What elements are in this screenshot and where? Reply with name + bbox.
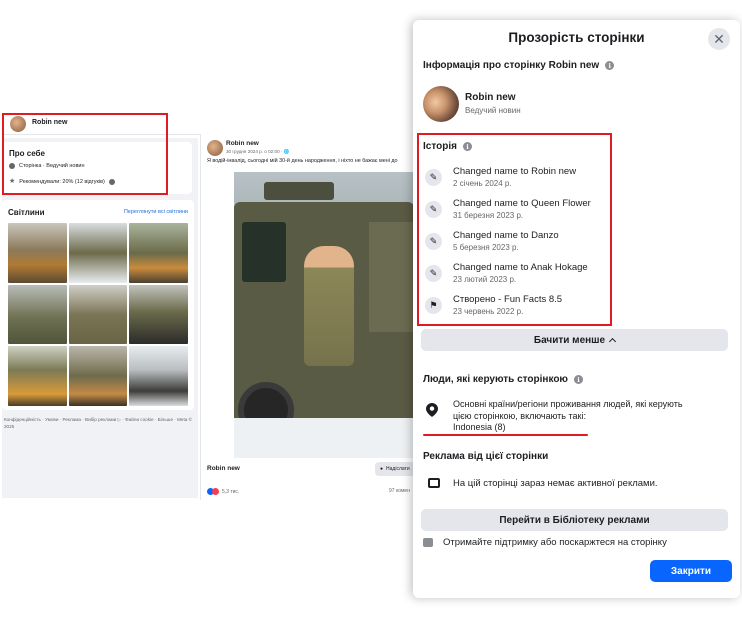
managers-description: Основні країни/регіони проживання людей,… — [453, 399, 683, 421]
location-pin-icon — [426, 403, 438, 417]
post-card: Robin new 30 грудня 2024 р. о 02:00 · 🌐 … — [200, 134, 415, 500]
edit-icon: ✎ — [425, 169, 442, 186]
managers-country: Indonesia (8) — [453, 422, 506, 432]
vehicle-image — [234, 182, 414, 442]
love-icon — [212, 488, 219, 495]
ads-title: Реклама від цієї сторінки — [423, 451, 548, 462]
history-item-text: Changed name to Queen Flower — [453, 198, 591, 209]
post-date[interactable]: 30 грудня 2024 р. о 02:00 · 🌐 — [226, 149, 289, 155]
about-card: Про себе Сторінка · Ведучий новин ★ Реко… — [2, 142, 192, 194]
page-header-bar: Robin new — [2, 113, 414, 135]
support-text: Отримайте підтримку або поскаржтеся на с… — [443, 537, 667, 548]
see-less-label: Бачити менше — [533, 334, 606, 346]
info-icon[interactable]: i — [605, 61, 615, 70]
post-author[interactable]: Robin new — [226, 140, 259, 147]
history-item-text: Changed name to Anak Hokage — [453, 262, 588, 273]
post-author-avatar[interactable] — [207, 140, 223, 156]
managers-title-text: Люди, які керують сторінкою — [423, 374, 568, 385]
messenger-icon: ● — [380, 466, 384, 472]
info-icon[interactable]: i — [462, 142, 472, 151]
dialog-page-name: Robin new — [465, 92, 516, 103]
managers-title: Люди, які керують сторінкою i — [423, 374, 583, 385]
about-category: Сторінка · Ведучий новин — [19, 163, 85, 169]
history-item-date: 2 січень 2024 р. — [453, 179, 512, 188]
photo-thumbnail[interactable] — [8, 346, 67, 406]
about-recommend[interactable]: Рекомендували: 20% (12 відгуків) — [19, 179, 105, 185]
post-photo[interactable] — [234, 172, 414, 458]
edit-icon: ✎ — [425, 233, 442, 250]
see-all-photos-link[interactable]: Переглянути всі світлини — [124, 209, 188, 215]
history-item-date: 23 червень 2022 р. — [453, 307, 524, 316]
history-title: Історія i — [423, 141, 472, 152]
ads-status-text: На цій сторінці зараз немає активної рек… — [453, 478, 658, 489]
photo-thumbnail[interactable] — [129, 346, 188, 406]
page-transparency-dialog: Прозорість сторінки ✕ Інформація про сто… — [413, 20, 740, 598]
history-title-text: Історія — [423, 141, 457, 152]
photo-thumbnail[interactable] — [68, 223, 128, 283]
reaction-count: 5,3 тис. — [222, 488, 240, 495]
page-avatar-large — [423, 86, 459, 122]
photo-thumbnail[interactable] — [8, 223, 67, 283]
see-less-button[interactable]: Бачити менше — [421, 329, 728, 351]
photo-thumbnail[interactable] — [68, 284, 128, 345]
send-message-button[interactable]: ● Надіслати — [375, 462, 415, 476]
page-avatar[interactable] — [10, 116, 26, 132]
info-icon[interactable]: i — [573, 375, 583, 384]
edit-icon: ✎ — [425, 265, 442, 282]
page-name[interactable]: Robin new — [32, 119, 67, 126]
photo-thumbnail[interactable] — [8, 284, 67, 345]
about-category-row: Сторінка · Ведучий новин — [9, 163, 85, 169]
history-item-text: Створено - Fun Facts 8.5 — [453, 294, 563, 305]
support-row[interactable]: Отримайте підтримку або поскаржтеся на с… — [423, 537, 667, 548]
post-text: Я водій-інвалід, сьогодні мій 30-й день … — [207, 158, 398, 164]
photos-title: Світлини — [8, 208, 45, 217]
history-item-text: Changed name to Robin new — [453, 166, 577, 177]
footer-links[interactable]: Конфіденційність · Умови · Реклама · Виб… — [4, 416, 194, 430]
star-icon: ★ — [9, 178, 16, 185]
ads-title-text: Реклама від цієї сторінки — [423, 451, 549, 462]
info-icon[interactable] — [108, 179, 115, 185]
dialog-title: Прозорість сторінки — [508, 30, 645, 45]
about-recommend-row: ★ Рекомендували: 20% (12 відгуків) — [9, 178, 115, 185]
chevron-up-icon — [609, 337, 617, 346]
ad-library-button[interactable]: Перейти в Бібліотеку реклами — [421, 509, 728, 531]
ad-library-label: Перейти в Бібліотеку реклами — [499, 514, 650, 526]
photo-thumbnail[interactable] — [129, 284, 188, 345]
highlight-underline — [423, 434, 588, 436]
comment-count[interactable]: 97 комен — [389, 488, 410, 494]
send-label: Надіслати — [386, 466, 410, 472]
about-title: Про себе — [9, 149, 45, 158]
post-footer-name[interactable]: Robin new — [207, 465, 240, 472]
info-icon — [9, 163, 15, 169]
close-button[interactable]: Закрити — [650, 560, 732, 582]
report-flag-icon — [423, 538, 433, 547]
background-page: Robin new Про себе Сторінка · Ведучий но… — [0, 0, 420, 620]
dialog-page-category: Ведучий новин — [465, 106, 521, 115]
close-icon[interactable]: ✕ — [708, 28, 730, 50]
edit-icon: ✎ — [425, 201, 442, 218]
ad-icon — [428, 478, 440, 488]
history-item-text: Changed name to Danzo — [453, 230, 559, 241]
history-item-date: 31 березня 2023 р. — [453, 211, 524, 220]
history-item-date: 5 березня 2023 р. — [453, 243, 519, 252]
info-section-title-text: Інформація про сторінку Robin new — [423, 60, 600, 71]
history-item-date: 23 лютий 2023 р. — [453, 275, 517, 284]
flag-icon: ⚑ — [425, 297, 442, 314]
reactions-row[interactable]: 5,3 тис. — [207, 488, 239, 495]
photo-thumbnail[interactable] — [129, 223, 188, 283]
info-section-title: Інформація про сторінку Robin new i — [423, 60, 615, 71]
photo-grid — [8, 223, 188, 406]
photos-card: Світлини Переглянути всі світлини — [2, 200, 194, 410]
photo-thumbnail[interactable] — [68, 346, 128, 406]
